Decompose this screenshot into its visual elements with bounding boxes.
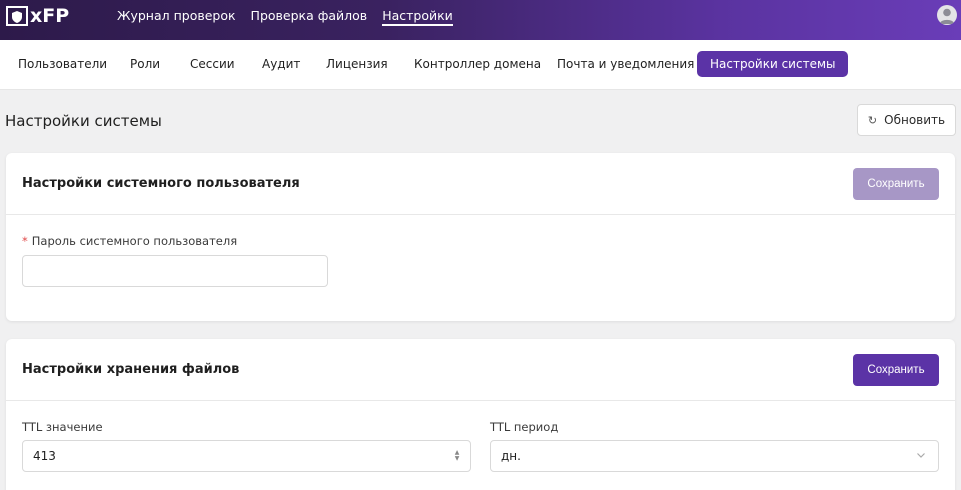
tab-sessions[interactable]: Сессии [177, 51, 248, 77]
system-password-input[interactable] [22, 255, 328, 287]
refresh-button-label: Обновить [884, 113, 946, 127]
save-button[interactable]: Сохранить [853, 168, 939, 200]
nav-item-file-check[interactable]: Проверка файлов [251, 0, 368, 40]
tab-system-settings[interactable]: Настройки системы [697, 51, 849, 77]
shield-logo-icon [6, 6, 28, 26]
logo-text: xFP [30, 5, 70, 27]
ttl-value-input[interactable]: 413 ▲ ▼ [22, 440, 471, 472]
tab-users[interactable]: Пользователи [5, 51, 120, 77]
refresh-button[interactable]: ↻ Обновить [857, 104, 956, 136]
ttl-period-select[interactable]: дн. [490, 440, 939, 472]
tab-license[interactable]: Лицензия [313, 51, 401, 77]
refresh-icon: ↻ [867, 113, 878, 127]
card-title: Настройки хранения файлов [22, 362, 240, 377]
tab-domain-controller[interactable]: Контроллер домена [401, 51, 554, 77]
card-title: Настройки системного пользователя [22, 176, 300, 191]
file-storage-settings-card: Настройки хранения файлов Сохранить TTL … [6, 339, 955, 490]
tab-audit[interactable]: Аудит [249, 51, 313, 77]
card-header: Настройки хранения файлов Сохранить [6, 339, 955, 401]
top-nav: Журнал проверок Проверка файлов Настройк… [117, 0, 468, 40]
chevron-down-icon [917, 453, 925, 458]
save-button[interactable]: Сохранить [853, 354, 939, 386]
settings-tabs: Пользователи Роли Сессии Аудит Лицензия … [0, 40, 961, 90]
app-logo[interactable]: xFP [6, 4, 69, 28]
system-user-settings-card: Настройки системного пользователя Сохран… [6, 153, 955, 321]
ttl-value-label: TTL значение [22, 420, 103, 434]
nav-item-settings[interactable]: Настройки [382, 0, 453, 40]
card-header: Настройки системного пользователя Сохран… [6, 153, 955, 215]
required-mark: * [22, 234, 28, 248]
tab-mail-notifications[interactable]: Почта и уведомления [544, 51, 707, 77]
ttl-value-text: 413 [33, 449, 56, 463]
tab-roles[interactable]: Роли [117, 51, 173, 77]
number-stepper-icon[interactable]: ▲ ▼ [452, 450, 462, 462]
top-header: xFP Журнал проверок Проверка файлов Наст… [0, 0, 961, 40]
password-field-label: * Пароль системного пользователя [22, 234, 238, 248]
user-avatar-icon[interactable] [937, 5, 957, 25]
ttl-period-label: TTL период [490, 420, 559, 434]
page-title: Настройки системы [5, 112, 162, 130]
ttl-period-value: дн. [501, 449, 521, 463]
nav-item-check-log[interactable]: Журнал проверок [117, 0, 236, 40]
